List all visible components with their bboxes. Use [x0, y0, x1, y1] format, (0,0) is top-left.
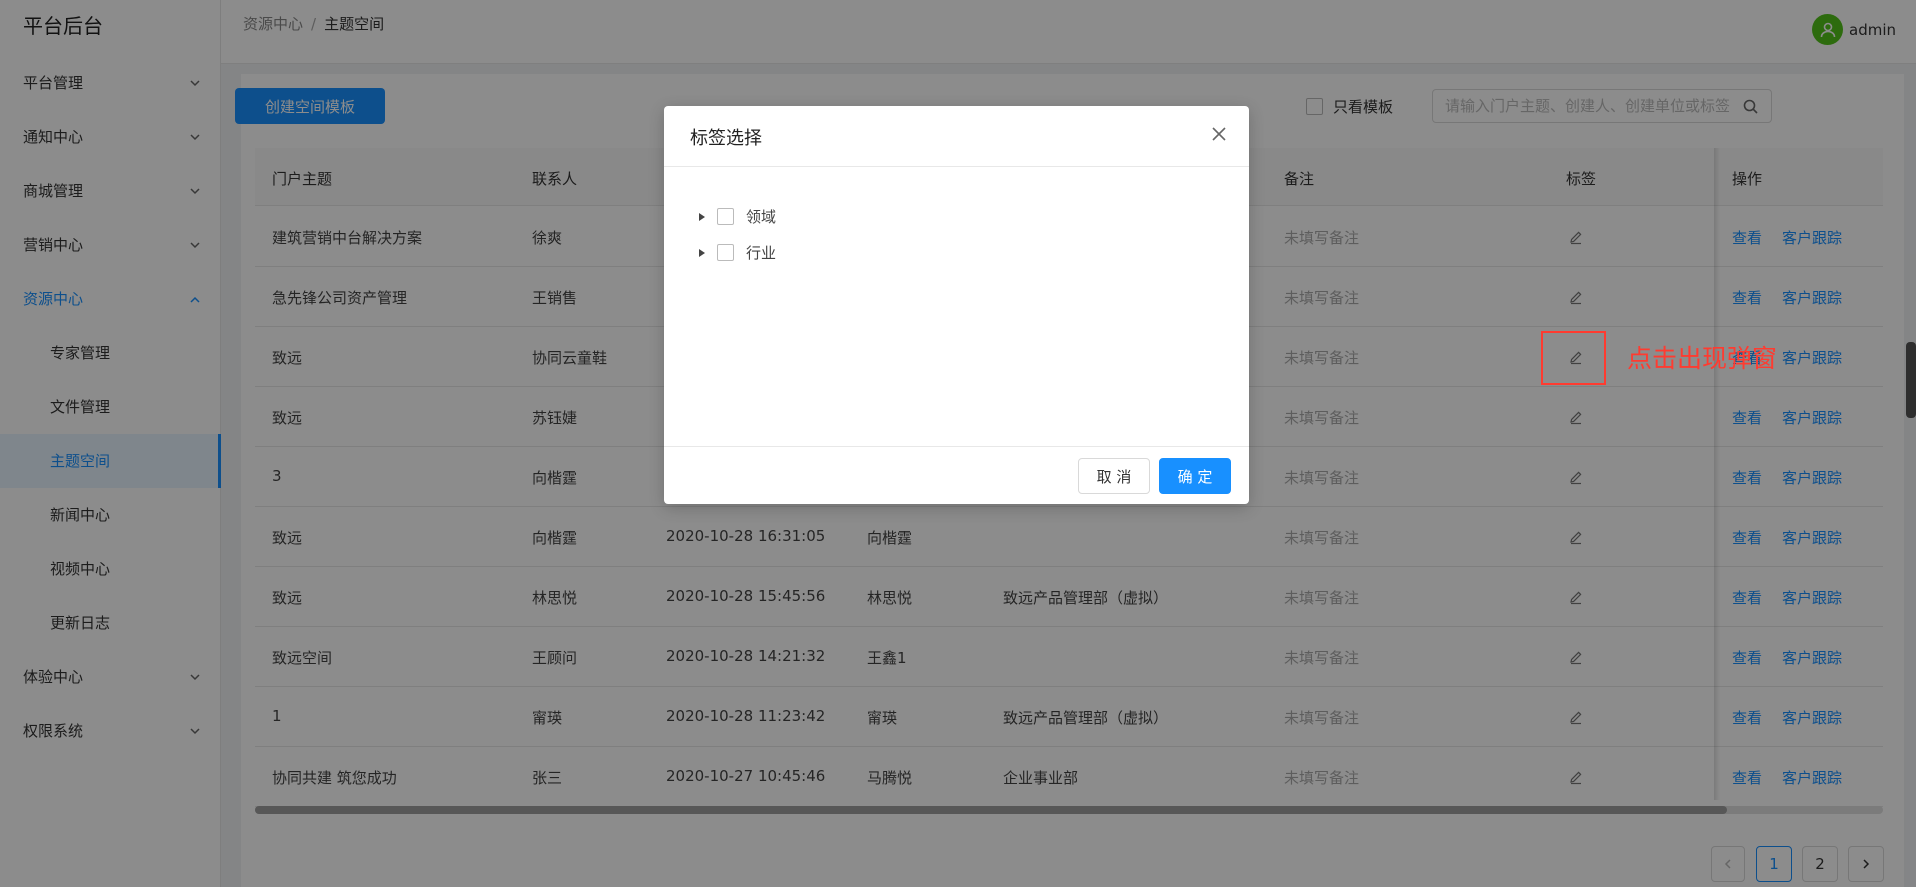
confirm-button[interactable]: 确 定: [1159, 458, 1231, 494]
modal-footer-divider: [664, 446, 1249, 447]
modal-title: 标签选择: [690, 128, 762, 149]
modal-divider: [664, 166, 1249, 167]
tree-node-industry[interactable]: 行业: [699, 242, 776, 263]
tree-label-industry: 行业: [746, 244, 777, 262]
tag-select-modal: 标签选择 领域 行业 取 消 确 定: [664, 106, 1249, 504]
annotation-box: [1541, 331, 1606, 385]
close-icon[interactable]: [1207, 122, 1231, 146]
tree-checkbox-domain[interactable]: [717, 208, 734, 225]
caret-right-icon[interactable]: [699, 212, 705, 221]
tree-node-domain[interactable]: 领域: [699, 206, 776, 227]
caret-right-icon[interactable]: [699, 248, 705, 257]
annotation-text: 点击出现弹窗: [1627, 344, 1778, 373]
cancel-button[interactable]: 取 消: [1078, 458, 1150, 494]
tree-checkbox-industry[interactable]: [717, 244, 734, 261]
tree-label-domain: 领域: [746, 208, 777, 226]
